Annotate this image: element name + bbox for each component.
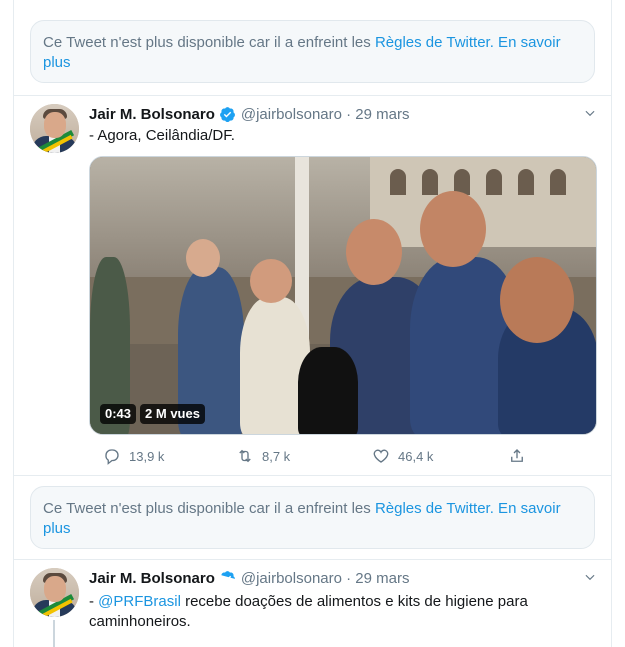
- retweet-count: 8,7 k: [262, 448, 291, 464]
- tweet-header: Jair M. Bolsonaro @jairbolsonaro · 29 ma…: [89, 568, 410, 588]
- tweet[interactable]: Jair M. Bolsonaro @jairbolsonaro · 29 ma…: [14, 560, 611, 647]
- avatar[interactable]: [30, 104, 79, 153]
- retweet-button[interactable]: 8,7 k: [236, 447, 290, 465]
- reply-icon: [105, 449, 119, 465]
- like-count: 46,4 k: [398, 448, 434, 464]
- video-info-badges: 0:43 2 M vues: [100, 404, 205, 424]
- share-button[interactable]: [508, 447, 534, 465]
- chevron-down-icon[interactable]: [583, 106, 597, 120]
- tweet-header: Jair M. Bolsonaro @jairbolsonaro · 29 ma…: [89, 104, 410, 124]
- retweet-icon: [239, 449, 251, 463]
- chevron-down-icon[interactable]: [583, 570, 597, 584]
- tweet[interactable]: Jair M. Bolsonaro @jairbolsonaro · 29 ma…: [14, 96, 611, 476]
- author-name[interactable]: Jair M. Bolsonaro: [89, 106, 215, 123]
- thread-connector: [53, 620, 55, 647]
- author-handle[interactable]: @jairbolsonaro · 29 mars: [241, 106, 410, 123]
- unavailable-tweet-block: Ce Tweet n'est plus disponible car il a …: [14, 0, 611, 96]
- video-player[interactable]: 0:43 2 M vues: [89, 156, 597, 435]
- like-button[interactable]: 46,4 k: [372, 447, 433, 465]
- unavailable-tweet-notice: Ce Tweet n'est plus disponible car il a …: [30, 486, 595, 549]
- tweet-text: - @PRFBrasil recebe doações de alimentos…: [89, 593, 528, 630]
- mention-link[interactable]: @PRFBrasil: [98, 593, 181, 610]
- avatar[interactable]: [30, 568, 79, 617]
- verified-badge-icon: [219, 106, 235, 122]
- video-duration: 0:43: [100, 404, 137, 424]
- author-handle[interactable]: @jairbolsonaro · 29 mars: [241, 570, 410, 587]
- share-icon: [511, 449, 523, 462]
- twitter-rules-link[interactable]: Règles de Twitter.: [375, 500, 494, 517]
- timeline: Ce Tweet n'est plus disponible car il a …: [13, 0, 612, 647]
- tweet-actions: 13,9 k 8,7 k 46,4 k: [89, 446, 529, 466]
- verified-badge-icon: [221, 570, 235, 581]
- twitter-rules-link[interactable]: Règles de Twitter.: [375, 34, 494, 51]
- reply-count: 13,9 k: [129, 448, 165, 464]
- unavailable-tweet-block: Ce Tweet n'est plus disponible car il a …: [14, 476, 611, 560]
- video-views: 2 M vues: [140, 404, 205, 424]
- notice-text: Ce Tweet n'est plus disponible car il a …: [43, 500, 375, 517]
- tweet-text: - Agora, Ceilândia/DF.: [89, 127, 235, 144]
- heart-icon: [373, 449, 389, 463]
- author-name[interactable]: Jair M. Bolsonaro: [89, 570, 215, 587]
- unavailable-tweet-notice: Ce Tweet n'est plus disponible car il a …: [30, 20, 595, 83]
- notice-text: Ce Tweet n'est plus disponible car il a …: [43, 34, 375, 51]
- reply-button[interactable]: 13,9 k: [103, 447, 164, 465]
